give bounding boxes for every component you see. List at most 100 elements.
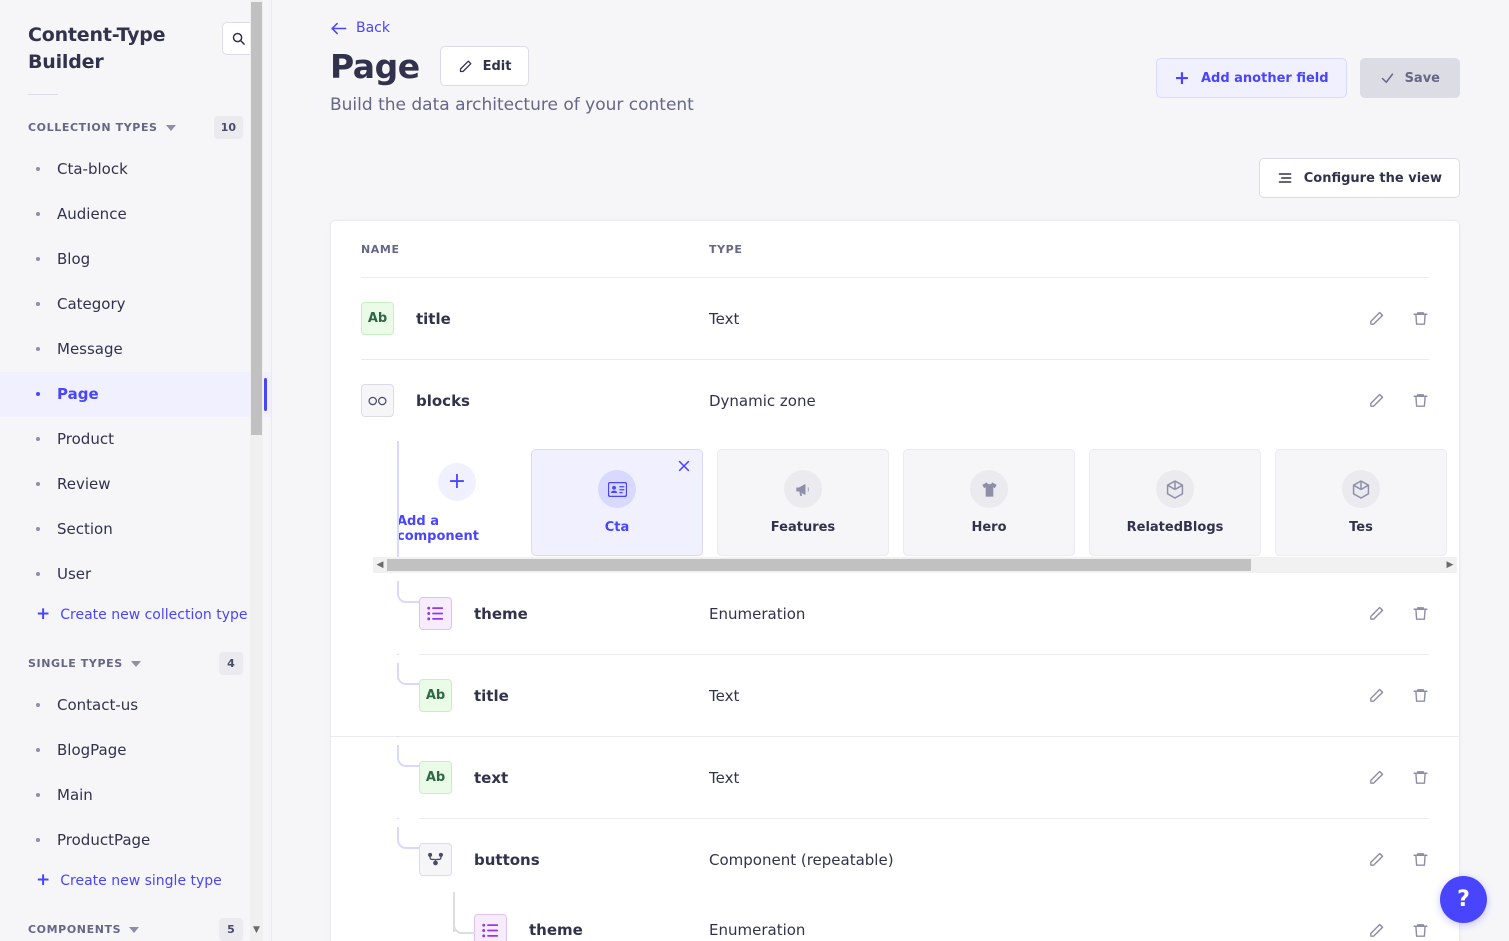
collection-types-list: Cta-block Audience Blog Category Message… (0, 147, 271, 597)
id-card-icon (598, 470, 636, 508)
tree-line (397, 441, 399, 557)
sidebar-section-single-types: SINGLE TYPES 4 Contact-us BlogPage Main … (0, 652, 271, 897)
cube-icon (1342, 470, 1380, 508)
back-link[interactable]: Back (272, 0, 390, 36)
scroll-down-arrow-icon[interactable]: ▼ (251, 926, 262, 935)
tree-branch (397, 827, 419, 849)
trash-icon[interactable] (1412, 851, 1429, 868)
section-header-components[interactable]: COMPONENTS 5 (0, 918, 271, 941)
table-row[interactable]: Ab title Text (331, 278, 1459, 359)
add-a-component-button[interactable]: + Add a component (397, 449, 517, 557)
sidebar-item-product[interactable]: Product (0, 417, 271, 462)
pencil-icon (459, 60, 472, 72)
table-row[interactable]: theme Enumeration (331, 573, 1459, 654)
sidebar-scrollbar[interactable]: ▼ (250, 0, 263, 941)
scroll-right-arrow-icon[interactable]: ▶ (1443, 560, 1457, 570)
plus-icon: + (36, 604, 51, 625)
sidebar-item-section[interactable]: Section (0, 507, 271, 552)
pencil-icon[interactable] (1368, 922, 1385, 939)
pencil-icon[interactable] (1368, 392, 1385, 409)
sidebar-item-message[interactable]: Message (0, 327, 271, 372)
section-header-collection-types[interactable]: COLLECTION TYPES 10 (0, 116, 271, 140)
add-another-field-button[interactable]: + Add another field (1156, 58, 1347, 98)
sidebar-item-label: Section (57, 520, 113, 539)
create-new-single-type-button[interactable]: + Create new single type (0, 865, 271, 897)
trash-icon[interactable] (1412, 392, 1429, 409)
megaphone-icon (784, 470, 822, 508)
pencil-icon[interactable] (1368, 687, 1385, 704)
bullet-icon (36, 838, 40, 843)
component-card-relatedblogs[interactable]: RelatedBlogs (1089, 449, 1261, 556)
table-row[interactable]: buttons Component (repeatable) (331, 819, 1459, 900)
help-label: ? (1457, 887, 1470, 912)
trash-icon[interactable] (1412, 310, 1429, 327)
row-actions (1368, 573, 1429, 654)
configure-the-view-button[interactable]: Configure the view (1258, 158, 1460, 198)
table-row[interactable]: Ab text Text (331, 737, 1459, 818)
save-button[interactable]: Save (1359, 58, 1460, 98)
pencil-icon[interactable] (1368, 851, 1385, 868)
scroll-left-arrow-icon[interactable]: ◀ (373, 560, 387, 570)
table-header: NAME TYPE (331, 221, 1459, 277)
sidebar-item-category[interactable]: Category (0, 282, 271, 327)
sidebar-item-contact-us[interactable]: Contact-us (0, 683, 271, 728)
trash-icon[interactable] (1412, 922, 1429, 939)
chevron-down-icon[interactable] (129, 926, 140, 933)
create-new-collection-type-button[interactable]: + Create new collection type (0, 599, 271, 631)
edit-label: Edit (482, 58, 512, 74)
sidebar-item-label: Page (57, 385, 99, 404)
bullet-icon (36, 212, 40, 217)
field-type: Text (709, 309, 740, 328)
sidebar-item-main[interactable]: Main (0, 773, 271, 818)
component-label: Tes (1349, 520, 1373, 535)
pencil-icon[interactable] (1368, 769, 1385, 786)
sidebar-item-label: Product (57, 430, 114, 449)
header-actions: + Add another field Save (1156, 46, 1460, 98)
table-row[interactable]: blocks Dynamic zone (331, 360, 1459, 441)
sidebar-section-collection-types: COLLECTION TYPES 10 Cta-block Audience B… (0, 116, 271, 631)
trash-icon[interactable] (1412, 769, 1429, 786)
pencil-icon[interactable] (1368, 605, 1385, 622)
component-card-hero[interactable]: Hero (903, 449, 1075, 556)
component-label: Cta (604, 520, 630, 535)
title-row: Page Edit (330, 46, 694, 86)
trash-icon[interactable] (1412, 687, 1429, 704)
component-card-testimonials[interactable]: Tes (1275, 449, 1447, 556)
table-row[interactable]: theme Enumeration (331, 892, 1459, 941)
row-actions (1368, 737, 1429, 818)
table-row[interactable]: Ab title Text (331, 655, 1459, 736)
components-horizontal-scrollbar[interactable]: ◀ ▶ (373, 557, 1457, 573)
sidebar-item-blog[interactable]: Blog (0, 237, 271, 282)
page-header: Page Edit Build the data architecture of… (272, 36, 1509, 115)
pencil-icon[interactable] (1368, 310, 1385, 327)
chevron-down-icon[interactable] (130, 660, 141, 667)
component-cards-strip: + Add a component Cta Features Hero Rela… (331, 441, 1459, 557)
field-type: Component (repeatable) (709, 850, 894, 869)
close-icon[interactable] (677, 459, 691, 473)
sliders-icon (1278, 173, 1292, 183)
component-card-cta[interactable]: Cta (531, 449, 703, 556)
sidebar: Content-Type Builder COLLECTION TYPES 10… (0, 0, 272, 941)
tree-branch (397, 581, 419, 603)
sidebar-item-audience[interactable]: Audience (0, 192, 271, 237)
sidebar-item-blogpage[interactable]: BlogPage (0, 728, 271, 773)
chevron-down-icon[interactable] (165, 124, 176, 131)
sidebar-item-cta-block[interactable]: Cta-block (0, 147, 271, 192)
column-header-name: NAME (361, 242, 400, 256)
sidebar-item-label: Review (57, 475, 111, 494)
row-actions (1368, 655, 1429, 736)
field-name-cell: Ab title (361, 302, 709, 335)
tree-branch (397, 663, 419, 685)
sidebar-scrollbar-thumb[interactable] (251, 2, 262, 435)
sidebar-item-review[interactable]: Review (0, 462, 271, 507)
section-label: COMPONENTS (28, 923, 140, 936)
sidebar-item-user[interactable]: User (0, 552, 271, 597)
trash-icon[interactable] (1412, 605, 1429, 622)
edit-button[interactable]: Edit (439, 46, 530, 86)
sidebar-item-page[interactable]: Page (0, 371, 271, 417)
component-card-features[interactable]: Features (717, 449, 889, 556)
horizontal-scrollbar-thumb[interactable] (387, 559, 1251, 571)
section-header-single-types[interactable]: SINGLE TYPES 4 (0, 652, 271, 676)
help-button[interactable]: ? (1440, 876, 1487, 923)
sidebar-item-productpage[interactable]: ProductPage (0, 818, 271, 863)
